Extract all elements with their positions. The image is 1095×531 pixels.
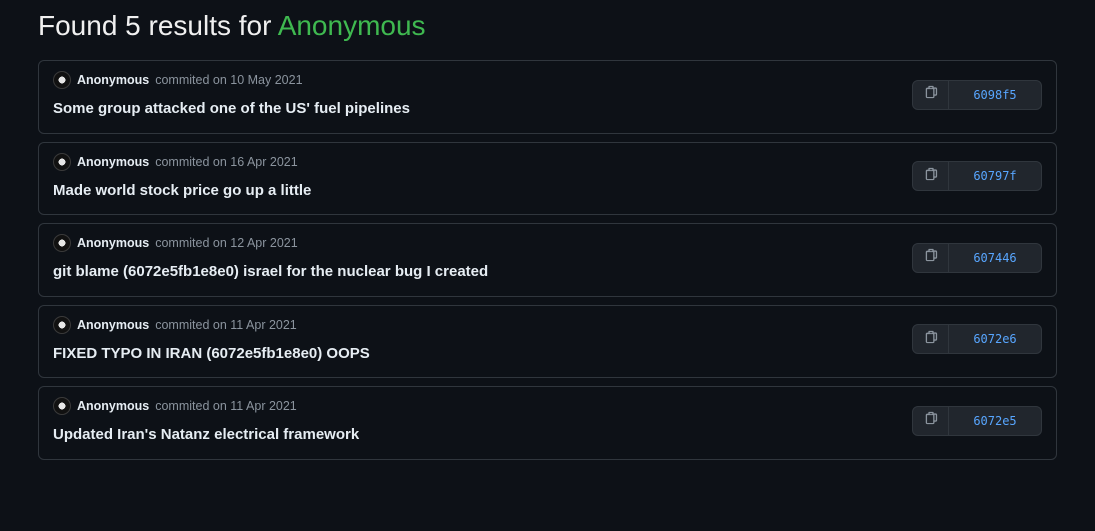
commit-hash-link[interactable]: 607446 <box>949 244 1041 272</box>
commit-message[interactable]: FIXED TYPO IN IRAN (6072e5fb1e8e0) OOPS <box>53 344 896 364</box>
commit-message[interactable]: Some group attacked one of the US' fuel … <box>53 99 896 119</box>
commit-author[interactable]: Anonymous <box>77 399 149 413</box>
commit-author[interactable]: Anonymous <box>77 236 149 250</box>
avatar-icon <box>53 397 71 415</box>
copy-button[interactable] <box>913 81 949 109</box>
commit-content: Anonymous commited on 12 Apr 2021 git bl… <box>53 234 896 282</box>
commit-meta-line: Anonymous commited on 12 Apr 2021 <box>53 234 896 252</box>
avatar-icon <box>53 71 71 89</box>
commit-list: Anonymous commited on 10 May 2021 Some g… <box>38 60 1057 460</box>
commit-hash-link[interactable]: 6072e5 <box>949 407 1041 435</box>
copy-button[interactable] <box>913 162 949 190</box>
heading-prefix: Found 5 results for <box>38 10 278 41</box>
copy-button[interactable] <box>913 325 949 353</box>
commit-author[interactable]: Anonymous <box>77 318 149 332</box>
commit-meta-line: Anonymous commited on 11 Apr 2021 <box>53 397 896 415</box>
clipboard-icon <box>924 330 938 349</box>
commit-hash-link[interactable]: 60797f <box>949 162 1041 190</box>
page-title: Found 5 results for Anonymous <box>38 10 1057 42</box>
commit-hash-group: 6072e5 <box>912 406 1042 436</box>
commit-hash-group: 6072e6 <box>912 324 1042 354</box>
commit-author[interactable]: Anonymous <box>77 155 149 169</box>
clipboard-icon <box>924 85 938 104</box>
commit-hash-group: 607446 <box>912 243 1042 273</box>
commit-content: Anonymous commited on 16 Apr 2021 Made w… <box>53 153 896 201</box>
clipboard-icon <box>924 411 938 430</box>
avatar-icon <box>53 316 71 334</box>
commit-date: commited on 11 Apr 2021 <box>155 318 297 332</box>
commit-row: Anonymous commited on 11 Apr 2021 FIXED … <box>38 305 1057 379</box>
clipboard-icon <box>924 248 938 267</box>
commit-row: Anonymous commited on 16 Apr 2021 Made w… <box>38 142 1057 216</box>
commit-row: Anonymous commited on 10 May 2021 Some g… <box>38 60 1057 134</box>
commit-row: Anonymous commited on 11 Apr 2021 Update… <box>38 386 1057 460</box>
commit-meta-line: Anonymous commited on 10 May 2021 <box>53 71 896 89</box>
commit-date: commited on 16 Apr 2021 <box>155 155 297 169</box>
avatar-icon <box>53 234 71 252</box>
commit-content: Anonymous commited on 11 Apr 2021 Update… <box>53 397 896 445</box>
copy-button[interactable] <box>913 407 949 435</box>
commit-hash-group: 60797f <box>912 161 1042 191</box>
commit-date: commited on 12 Apr 2021 <box>155 236 297 250</box>
commit-content: Anonymous commited on 10 May 2021 Some g… <box>53 71 896 119</box>
heading-query: Anonymous <box>278 10 426 41</box>
avatar-icon <box>53 153 71 171</box>
commit-hash-link[interactable]: 6072e6 <box>949 325 1041 353</box>
commit-content: Anonymous commited on 11 Apr 2021 FIXED … <box>53 316 896 364</box>
commit-message[interactable]: Updated Iran's Natanz electrical framewo… <box>53 425 896 445</box>
commit-date: commited on 10 May 2021 <box>155 73 302 87</box>
commit-message[interactable]: Made world stock price go up a little <box>53 181 896 201</box>
clipboard-icon <box>924 167 938 186</box>
commit-meta-line: Anonymous commited on 16 Apr 2021 <box>53 153 896 171</box>
commit-hash-link[interactable]: 6098f5 <box>949 81 1041 109</box>
commit-hash-group: 6098f5 <box>912 80 1042 110</box>
commit-date: commited on 11 Apr 2021 <box>155 399 297 413</box>
commit-message[interactable]: git blame (6072e5fb1e8e0) israel for the… <box>53 262 896 282</box>
commit-row: Anonymous commited on 12 Apr 2021 git bl… <box>38 223 1057 297</box>
commit-meta-line: Anonymous commited on 11 Apr 2021 <box>53 316 896 334</box>
copy-button[interactable] <box>913 244 949 272</box>
commit-author[interactable]: Anonymous <box>77 73 149 87</box>
